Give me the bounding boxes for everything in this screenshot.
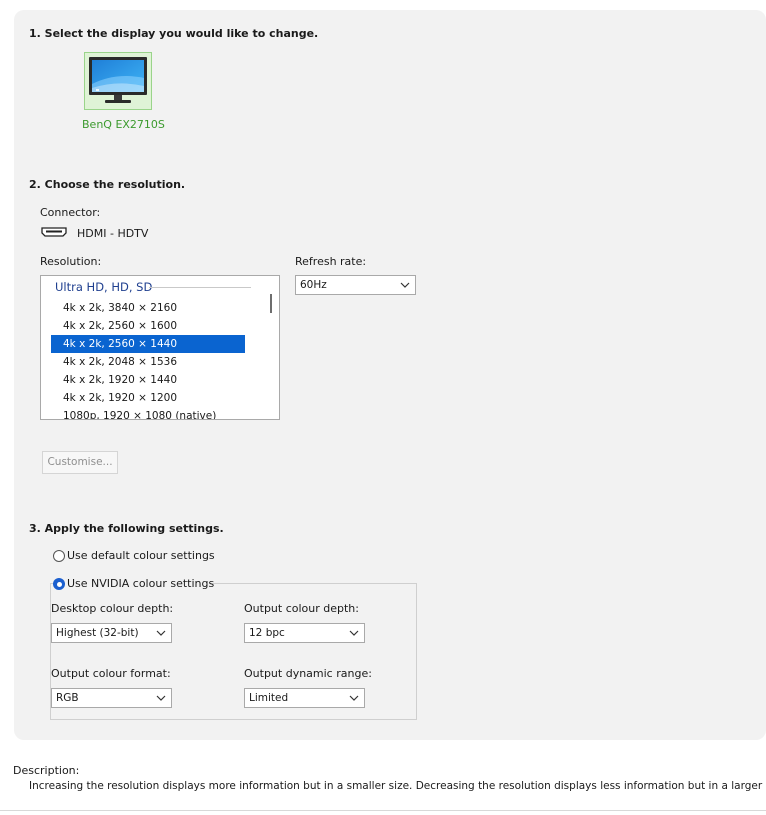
refresh-rate-value: 60Hz — [300, 279, 327, 291]
resolution-item-1920x1440[interactable]: 4k x 2k, 1920 × 1440 — [51, 371, 245, 389]
description-text: Increasing the resolution displays more … — [29, 780, 766, 792]
chevron-down-icon — [349, 630, 359, 636]
resolution-item-1920x1080[interactable]: 1080p, 1920 × 1080 (native) — [51, 407, 245, 419]
settings-panel: 1. Select the display you would like to … — [14, 10, 766, 740]
radio-default-colour-label[interactable]: Use default colour settings — [67, 549, 215, 562]
radio-default-colour[interactable] — [53, 550, 65, 562]
hdmi-connector-icon — [41, 227, 67, 237]
resolution-item-1920x1200[interactable]: 4k x 2k, 1920 × 1200 — [51, 389, 245, 407]
chevron-down-icon — [156, 630, 166, 636]
output-colour-depth-value: 12 bpc — [249, 627, 285, 639]
section-1-title: 1. Select the display you would like to … — [29, 27, 319, 40]
resolution-item-3840x2160[interactable]: 4k x 2k, 3840 × 2160 — [51, 299, 245, 317]
resolution-group-header: Ultra HD, HD, SD — [55, 280, 153, 294]
resolution-item-2048x1536[interactable]: 4k x 2k, 2048 × 1536 — [51, 353, 245, 371]
output-colour-format-label: Output colour format: — [51, 667, 171, 680]
radio-nvidia-colour-label[interactable]: Use NVIDIA colour settings — [67, 577, 214, 590]
desktop-colour-depth-value: Highest (32-bit) — [56, 627, 139, 639]
output-colour-format-value: RGB — [56, 692, 79, 704]
bottom-divider — [0, 810, 766, 811]
section-2-title: 2. Choose the resolution. — [29, 178, 186, 191]
chevron-down-icon — [349, 695, 359, 701]
resolution-listbox[interactable]: Ultra HD, HD, SD 4k x 2k, 3840 × 2160 4k… — [40, 275, 280, 420]
output-colour-format-dropdown[interactable]: RGB — [51, 688, 172, 708]
output-dynamic-range-dropdown[interactable]: Limited — [244, 688, 365, 708]
customise-button[interactable]: Customise... — [42, 451, 118, 474]
connector-label: Connector: — [40, 206, 101, 219]
monitor-name-label[interactable]: BenQ EX2710S — [82, 118, 165, 131]
radio-nvidia-colour[interactable] — [53, 578, 65, 590]
connector-value: HDMI - HDTV — [77, 227, 149, 240]
output-colour-depth-label: Output colour depth: — [244, 602, 359, 615]
display-tile[interactable] — [84, 52, 152, 110]
monitor-icon — [89, 57, 147, 103]
refresh-rate-dropdown[interactable]: 60Hz — [295, 275, 416, 295]
group-divider — [149, 287, 251, 288]
refresh-rate-label: Refresh rate: — [295, 255, 367, 268]
output-dynamic-range-label: Output dynamic range: — [244, 667, 372, 680]
section-3-title: 3. Apply the following settings. — [29, 522, 224, 535]
output-dynamic-range-value: Limited — [249, 692, 289, 704]
resolution-item-2560x1600[interactable]: 4k x 2k, 2560 × 1600 — [51, 317, 245, 335]
chevron-down-icon — [156, 695, 166, 701]
resolution-item-2560x1440[interactable]: 4k x 2k, 2560 × 1440 — [51, 335, 245, 353]
resolution-label: Resolution: — [40, 255, 102, 268]
output-colour-depth-dropdown[interactable]: 12 bpc — [244, 623, 365, 643]
chevron-down-icon — [400, 282, 410, 288]
desktop-colour-depth-dropdown[interactable]: Highest (32-bit) — [51, 623, 172, 643]
description-label: Description: — [13, 764, 80, 777]
desktop-colour-depth-label: Desktop colour depth: — [51, 602, 174, 615]
listbox-scrollbar[interactable] — [270, 294, 272, 313]
